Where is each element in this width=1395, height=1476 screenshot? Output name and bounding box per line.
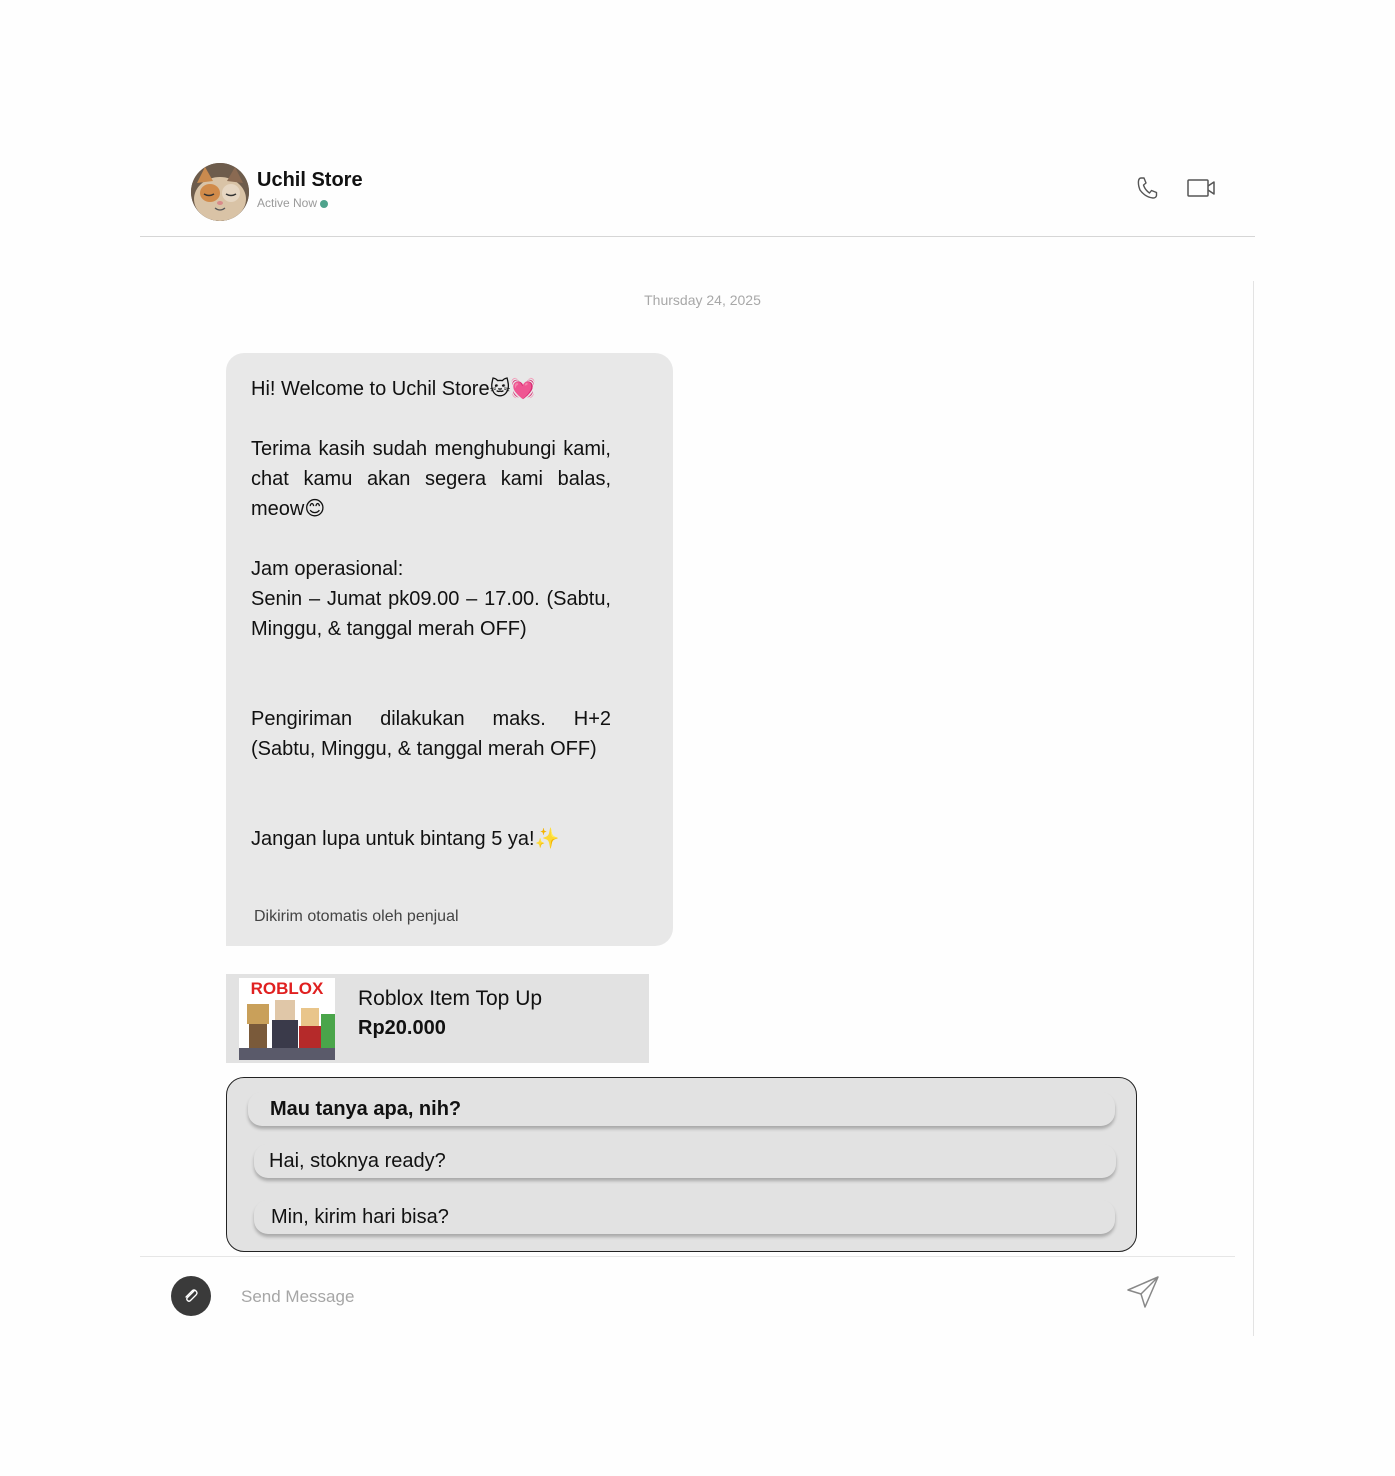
message-input[interactable] (231, 1281, 1111, 1313)
message-rating-reminder: Jangan lupa untuk bintang 5 ya!✨ (251, 828, 560, 850)
store-name: Uchil Store (257, 169, 363, 191)
attach-button[interactable] (171, 1276, 211, 1316)
quick-replies-panel: Mau tanya apa, nih? Hai, stoknya ready? … (226, 1077, 1137, 1252)
store-avatar[interactable] (191, 163, 249, 221)
video-camera-icon[interactable] (1186, 176, 1216, 200)
header-divider (140, 236, 1255, 237)
status-text: Active Now (257, 196, 318, 210)
product-image: ROBLOX (239, 978, 335, 1060)
composer-divider (140, 1256, 1235, 1257)
message-hours: Jam operasional: Senin – Jumat pk09.00 –… (251, 554, 611, 644)
cat-avatar-image (191, 163, 249, 221)
paperclip-icon (185, 1289, 198, 1302)
message-thanks: Terima kasih sudah menghubungi kami, cha… (251, 438, 611, 520)
phone-icon[interactable] (1135, 175, 1159, 201)
message-hours-body: Senin – Jumat pk09.00 – 17.00. (Sabtu, M… (251, 588, 611, 640)
online-status: Active Now (257, 196, 329, 210)
date-separator: Thursday 24, 2025 (644, 292, 761, 308)
auto-sent-note: Dikirim otomatis oleh penjual (254, 908, 459, 925)
online-dot-icon (320, 200, 329, 208)
product-price: Rp20.000 (358, 1017, 446, 1039)
product-logo-text: ROBLOX (251, 979, 324, 998)
product-card[interactable]: ROBLOX Roblox Item Top Up Rp20.000 (226, 974, 649, 1063)
chat-panel-border (1253, 281, 1254, 1336)
send-icon[interactable] (1124, 1273, 1162, 1311)
message-hours-title: Jam operasional: (251, 558, 404, 580)
product-name: Roblox Item Top Up (358, 987, 543, 1010)
chat-header: Uchil Store Active Now (0, 0, 1395, 240)
message-greeting: Hi! Welcome to Uchil Store🐱💓 (251, 378, 536, 400)
quick-replies-title: Mau tanya apa, nih? (248, 1092, 1115, 1126)
welcome-message-bubble: Hi! Welcome to Uchil Store🐱💓 Terima kasi… (226, 353, 673, 946)
quick-reply-stock[interactable]: Hai, stoknya ready? (254, 1144, 1116, 1178)
quick-reply-same-day-delivery[interactable]: Min, kirim hari bisa? (254, 1200, 1115, 1234)
message-shipping: Pengiriman dilakukan maks. H+2 (Sabtu, M… (251, 708, 611, 760)
